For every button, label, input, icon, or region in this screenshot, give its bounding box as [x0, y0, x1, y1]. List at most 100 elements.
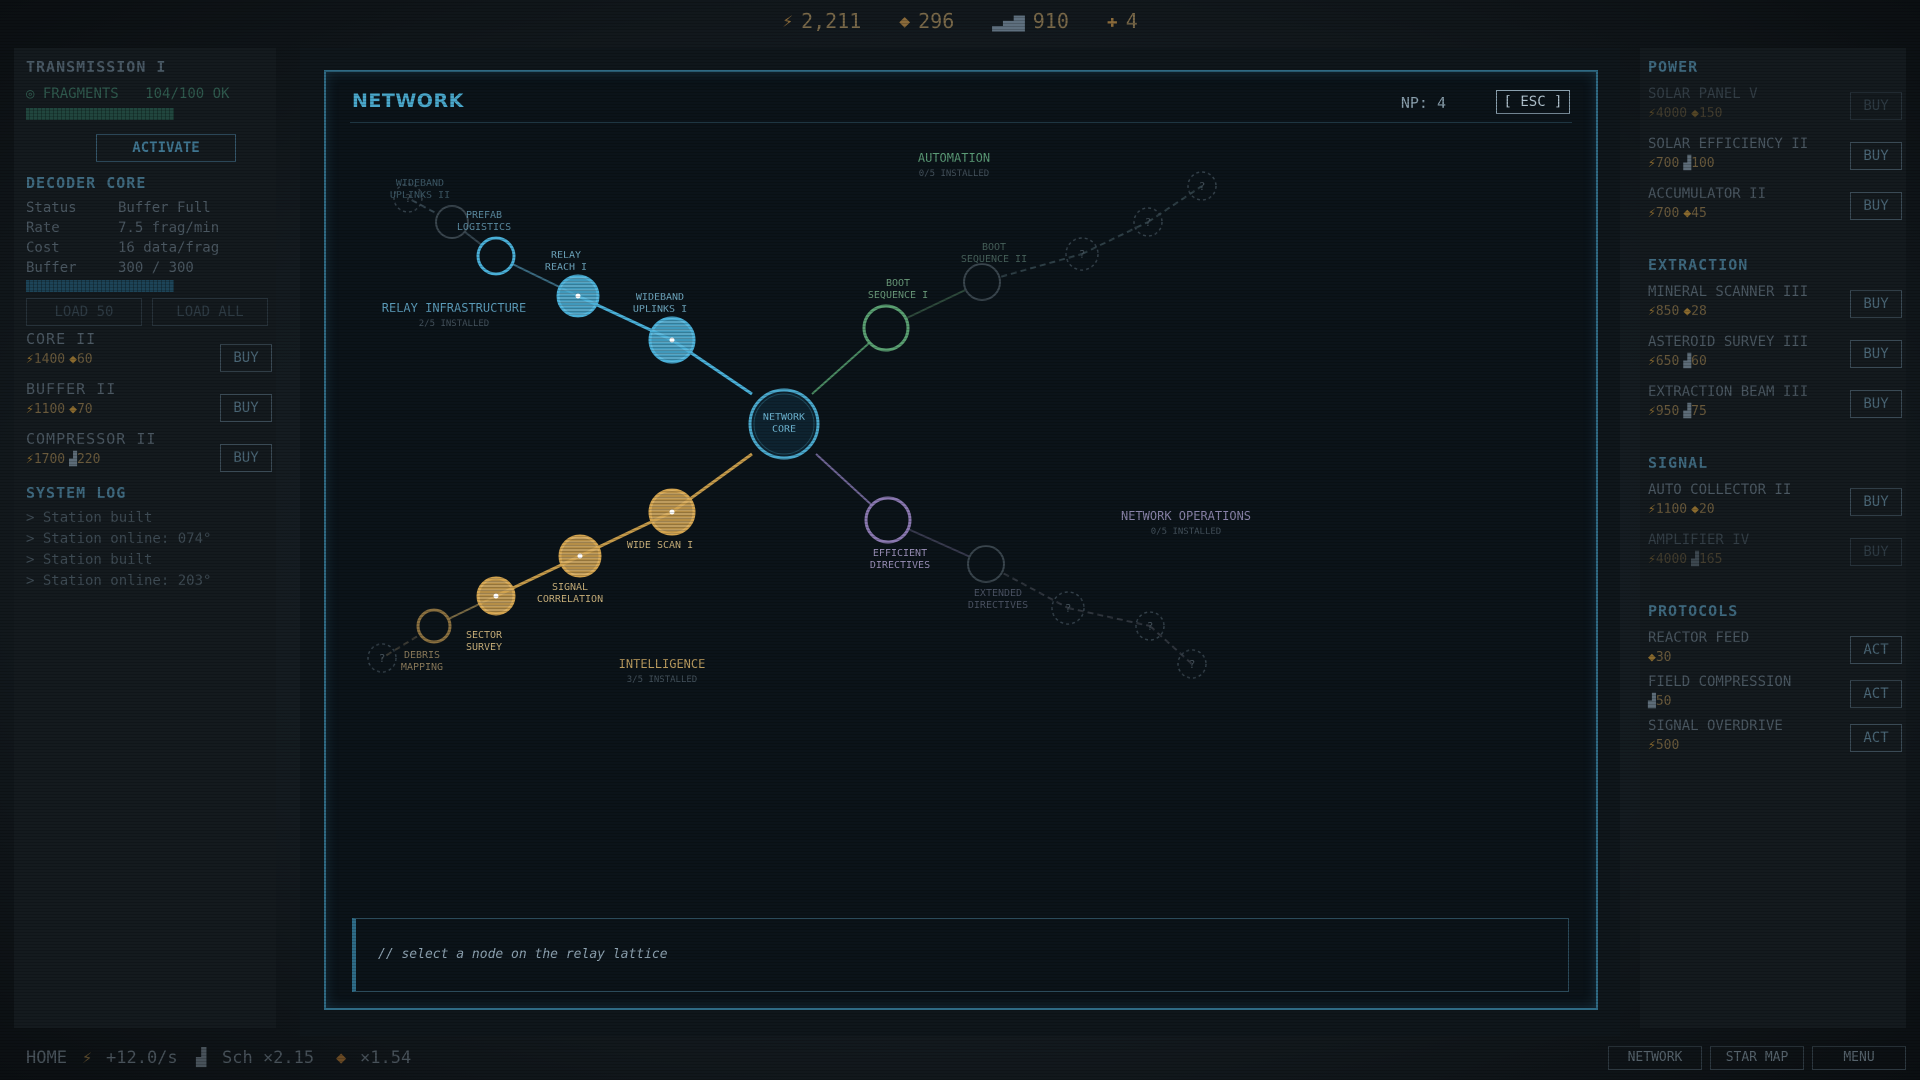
buy-button[interactable]: BUY: [1850, 142, 1902, 170]
lightning-icon: ⚡: [1648, 156, 1656, 171]
cost-value: 100: [1691, 156, 1715, 171]
lightning-icon: ⚡: [1648, 304, 1656, 319]
upgrade-group-title: EXTRACTION: [1648, 256, 1749, 274]
energy-value: 2,211: [801, 9, 862, 33]
automation-node-unknown[interactable]: ?: [1133, 207, 1163, 237]
activate-protocol-button[interactable]: ACT: [1850, 636, 1902, 664]
mineral-icon: ◆: [336, 1048, 347, 1068]
signal-icon: ▟: [1648, 694, 1656, 709]
mineral-icon: ◆: [1683, 206, 1692, 221]
svg-text:?: ?: [1147, 620, 1154, 633]
node-label: BOOT SEQUENCE I: [868, 278, 928, 301]
buy-button[interactable]: BUY: [1850, 390, 1902, 418]
sector-relay-progress: 2/5 INSTALLED: [419, 319, 489, 329]
lightning-icon: ⚡: [82, 1048, 93, 1068]
lightning-icon: ⚡: [1648, 354, 1656, 369]
node-label: WIDEBAND UPLINKS II: [390, 178, 450, 201]
intel-node-unknown[interactable]: ?: [367, 643, 397, 673]
resource-bar: ⚡ 2,211 ◆ 296 ▂▄▆ 910 ✚ 4: [0, 0, 1920, 42]
upgrade-group-title: SIGNAL: [1648, 454, 1709, 472]
mineral-resource: ◆ 296: [899, 9, 954, 33]
buy-button[interactable]: BUY: [1850, 192, 1902, 220]
relay-node-relay-reach-1[interactable]: [556, 274, 600, 318]
upgrade-cost: ⚡4000 ▟165: [1648, 552, 1722, 567]
buy-button[interactable]: BUY: [1850, 340, 1902, 368]
relay-node-wideband-uplinks-1[interactable]: [648, 316, 696, 364]
buy-button[interactable]: BUY: [1850, 290, 1902, 318]
home-label: HOME: [26, 1048, 67, 1068]
load-all-button[interactable]: LOAD ALL: [152, 298, 268, 326]
relay-node-prefab-logistics[interactable]: [476, 236, 516, 276]
activate-protocol-button[interactable]: ACT: [1850, 724, 1902, 752]
cost-value: 500: [1655, 738, 1680, 753]
lightning-icon: ⚡: [1648, 404, 1656, 419]
fragments-row: ◎ FRAGMENTS 104/100 OK: [26, 86, 229, 102]
buy-button[interactable]: BUY: [1850, 92, 1902, 120]
automation-node-unknown[interactable]: ?: [1187, 171, 1217, 201]
upgrade-name: SOLAR PANEL V: [1648, 86, 1758, 102]
ops-node-extended-directives[interactable]: [967, 545, 1005, 583]
sector-operations-progress: 0/5 INSTALLED: [1151, 527, 1221, 537]
intel-node-wide-scan-1[interactable]: [648, 488, 696, 536]
nav-network-button[interactable]: NETWORK: [1608, 1046, 1702, 1070]
node-label: SIGNAL CORRELATION: [537, 582, 603, 605]
signal-icon: ▟: [1683, 354, 1692, 369]
sector-automation-progress: 0/5 INSTALLED: [919, 169, 989, 179]
buy-button[interactable]: BUY: [220, 444, 272, 472]
sector-intelligence-progress: 3/5 INSTALLED: [627, 675, 697, 685]
lattice-link: [1067, 607, 1151, 627]
ops-node-unknown[interactable]: ?: [1051, 591, 1085, 625]
node-label: RELAY REACH I: [545, 250, 587, 273]
intel-node-debris-mapping[interactable]: [416, 608, 452, 644]
intel-node-sector-survey[interactable]: [476, 576, 516, 616]
node-label: WIDE SCAN I: [627, 540, 693, 551]
mineral-icon: ◆: [69, 352, 77, 367]
right-panel: POWER SOLAR PANEL V ⚡4000 ◆150 BUY SOLAR EFFI…: [1640, 48, 1906, 1028]
lattice-link: [1081, 221, 1149, 255]
lightning-icon: ⚡: [1648, 502, 1656, 517]
nav-star-map-button[interactable]: STAR MAP: [1710, 1046, 1804, 1070]
ops-node-unknown[interactable]: ?: [1177, 649, 1207, 679]
buy-button[interactable]: BUY: [1850, 488, 1902, 516]
automation-node-boot-sequence-1[interactable]: [862, 304, 910, 352]
mineral-multiplier: ×1.54: [360, 1048, 412, 1068]
mineral-icon: ◆: [1683, 304, 1692, 319]
load-50-button[interactable]: LOAD 50: [26, 298, 142, 326]
lightning-icon: ⚡: [1648, 552, 1656, 567]
signal-icon: ▟: [1683, 404, 1692, 419]
buy-button[interactable]: BUY: [1850, 538, 1902, 566]
upgrade-cost: ⚡4000 ◆150: [1648, 106, 1722, 121]
nav-menu-button[interactable]: MENU: [1812, 1046, 1906, 1070]
automation-node-unknown[interactable]: ?: [1065, 237, 1099, 271]
upgrade-group-title: POWER: [1648, 58, 1699, 76]
upgrade-name: ASTEROID SURVEY III: [1648, 334, 1809, 350]
decoder-stat-value: 7.5 frag/min: [118, 220, 220, 236]
ops-node-efficient-directives[interactable]: [864, 496, 912, 544]
schedule-multiplier: Sch ×2.15: [222, 1048, 315, 1068]
fragments-label: FRAGMENTS: [42, 86, 119, 102]
activate-button[interactable]: ACTIVATE: [96, 134, 236, 162]
node-label: WIDEBAND UPLINKS I: [633, 292, 687, 315]
cost-value: 650: [1655, 354, 1680, 369]
decoder-stat-key: Buffer: [26, 260, 77, 276]
activate-protocol-button[interactable]: ACT: [1850, 680, 1902, 708]
mineral-icon: ◆: [899, 10, 911, 32]
intel-node-signal-correlation[interactable]: [558, 534, 602, 578]
cost-value: 165: [1698, 552, 1723, 567]
rate-value: +12.0/s: [106, 1048, 178, 1068]
decoder-stat-value: 300 / 300: [118, 260, 194, 276]
automation-node-boot-sequence-2[interactable]: [963, 263, 1001, 301]
svg-text:?: ?: [1189, 658, 1196, 671]
mineral-value: 296: [918, 9, 955, 33]
lightning-icon: ⚡: [26, 452, 34, 467]
buy-button[interactable]: BUY: [220, 344, 272, 372]
upgrade-cost: ⚡1400 ◆60: [26, 352, 93, 367]
decoder-stat-value: Buffer Full: [118, 200, 211, 216]
buy-button[interactable]: BUY: [220, 394, 272, 422]
upgrade-name: BUFFER II: [26, 380, 117, 398]
decoder-stat-key: Status: [26, 200, 77, 216]
upgrade-name: COMPRESSOR II: [26, 430, 157, 448]
energy-resource: ⚡ 2,211: [782, 9, 861, 33]
node-label: EFFICIENT DIRECTIVES: [870, 548, 930, 571]
svg-text:?: ?: [379, 652, 386, 665]
